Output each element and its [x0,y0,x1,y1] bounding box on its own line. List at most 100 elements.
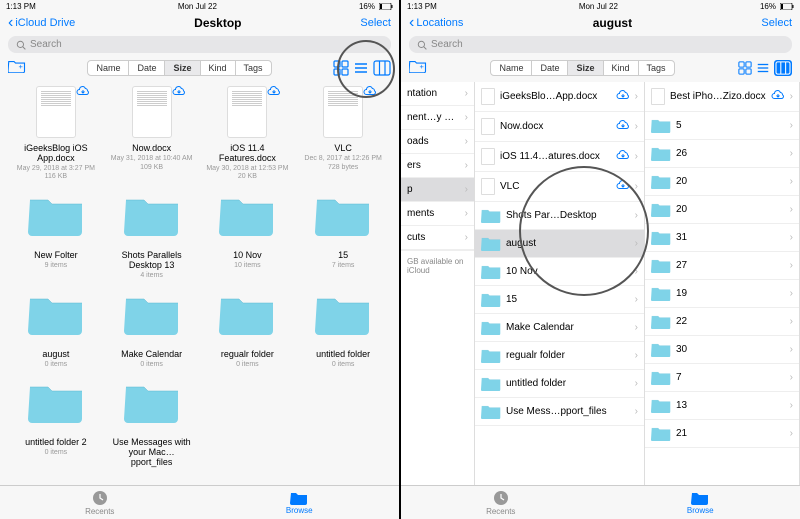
grid-item[interactable]: 157 items [297,187,389,279]
column-row[interactable]: oads› [401,130,474,154]
column-row[interactable]: 5› [645,112,799,140]
sort-date[interactable]: Date [532,61,568,75]
column-row[interactable]: 20› [645,168,799,196]
column-row[interactable]: Use Mess…pport_files› [475,398,644,426]
row-label: regualr folder [506,350,630,361]
chevron-right-icon: › [790,428,793,439]
column-row[interactable]: untitled folder› [475,370,644,398]
column-row[interactable]: 7› [645,364,799,392]
column-row[interactable]: 21› [645,420,799,448]
column-row[interactable]: 27› [645,252,799,280]
grid-item[interactable]: Now.docxMay 31, 2018 at 10:40 AM109 KB [106,86,198,181]
grid-item[interactable]: untitled folder0 items [297,286,389,369]
sort-kind[interactable]: Kind [604,61,639,75]
tab-browse[interactable]: Browse [200,486,400,519]
sort-tags[interactable]: Tags [236,61,271,75]
back-button[interactable]: Locations [409,14,463,32]
grid-item[interactable]: untitled folder 20 items [10,374,102,469]
column-row[interactable]: august› [475,230,644,258]
toolbar: + Name Date Size Kind Tags [401,57,800,82]
column-row[interactable]: Shots Par…Desktop› [475,202,644,230]
item-meta: Dec 8, 2017 at 12:26 PM [297,155,389,163]
column-row[interactable]: iGeeksBlo…App.docx› [475,82,644,112]
header: iCloud Drive Desktop Select [0,12,399,36]
grid-view-icon[interactable] [738,61,752,75]
grid-item[interactable]: regualr folder0 items [202,286,294,369]
grid-item[interactable]: New Folter9 items [10,187,102,279]
column-row[interactable]: Make Calendar› [475,314,644,342]
chevron-right-icon: › [635,378,638,389]
column-row[interactable]: p› [401,178,474,202]
grid-item[interactable]: iOS 11.4 Features.docxMay 30, 2018 at 12… [202,86,294,181]
grid-item[interactable]: 10 Nov10 items [202,187,294,279]
cloud-download-icon [616,180,630,194]
grid-item[interactable]: Shots Parallels Desktop 134 items [106,187,198,279]
grid-item[interactable]: iGeeksBlog iOS App.docxMay 29, 2018 at 3… [10,86,102,181]
grid-item[interactable]: august0 items [10,286,102,369]
column-row[interactable]: Best iPho…Zizo.docx› [645,82,799,112]
list-view-icon[interactable] [353,60,369,76]
status-bar: 1:13 PM Mon Jul 22 16% [401,0,800,12]
sort-kind[interactable]: Kind [201,61,236,75]
tab-recents[interactable]: Recents [0,486,200,519]
back-button[interactable]: iCloud Drive [8,14,75,32]
doc-icon [481,88,495,105]
tab-recents[interactable]: Recents [401,486,601,519]
search-input[interactable]: Search [409,36,792,53]
column-row[interactable]: 20› [645,196,799,224]
column-row[interactable]: 15› [475,286,644,314]
column-row[interactable]: 13› [645,392,799,420]
column-row[interactable]: regualr folder› [475,342,644,370]
folder-icon [219,193,275,237]
column-view-icon[interactable] [373,60,391,76]
column-row[interactable]: ments› [401,202,474,226]
grid-item[interactable]: VLCDec 8, 2017 at 12:26 PM728 bytes [297,86,389,181]
list-view-icon[interactable] [756,61,770,75]
row-label: iOS 11.4…atures.docx [500,151,611,162]
search-icon [417,40,427,50]
column-row[interactable]: Now.docx› [475,112,644,142]
new-folder-button[interactable]: + [409,59,427,76]
chevron-right-icon: › [635,266,638,277]
item-name: New Folter [16,251,96,261]
sort-tags[interactable]: Tags [639,61,674,75]
select-button[interactable]: Select [761,17,792,29]
sort-size[interactable]: Size [165,61,200,75]
grid-view-icon[interactable] [333,60,349,76]
grid-item[interactable]: Use Messages with your Mac…pport_files [106,374,198,469]
column-row[interactable]: 19› [645,280,799,308]
column-row[interactable]: 26› [645,140,799,168]
sort-name[interactable]: Name [88,61,129,75]
column-view-icon[interactable] [774,60,792,76]
column-row[interactable]: ers› [401,154,474,178]
toolbar: + Name Date Size Kind Tags [0,57,399,82]
sort-name[interactable]: Name [491,61,532,75]
column-row[interactable]: 31› [645,224,799,252]
column-row[interactable]: 22› [645,308,799,336]
column-row[interactable]: nent…y Readdle› [401,106,474,130]
row-label: cuts [407,232,460,243]
column-row[interactable]: 30› [645,336,799,364]
new-folder-button[interactable]: + [8,59,26,76]
column-row[interactable]: 10 Nov› [475,258,644,286]
folder-icon [651,174,671,189]
chevron-right-icon: › [465,112,468,123]
column-row[interactable]: cuts› [401,226,474,250]
search-input[interactable]: Search [8,36,391,53]
select-button[interactable]: Select [360,17,391,29]
sort-date[interactable]: Date [129,61,165,75]
sort-size[interactable]: Size [568,61,603,75]
tab-browse[interactable]: Browse [601,486,800,519]
pane-right: 1:13 PM Mon Jul 22 16% Locations august … [400,0,800,519]
folder-icon [481,292,501,307]
storage-info: GB available on iCloud [401,250,474,281]
column-row[interactable]: ntation› [401,82,474,106]
cloud-download-icon [616,150,630,164]
grid-item[interactable]: Make Calendar0 items [106,286,198,369]
item-name: regualr folder [207,350,287,360]
column-browser: ntation›nent…y Readdle›oads›ers›p›ments›… [401,82,800,485]
chevron-right-icon: › [790,148,793,159]
column-row[interactable]: iOS 11.4…atures.docx› [475,142,644,172]
chevron-right-icon: › [790,91,793,102]
column-row[interactable]: VLC› [475,172,644,202]
